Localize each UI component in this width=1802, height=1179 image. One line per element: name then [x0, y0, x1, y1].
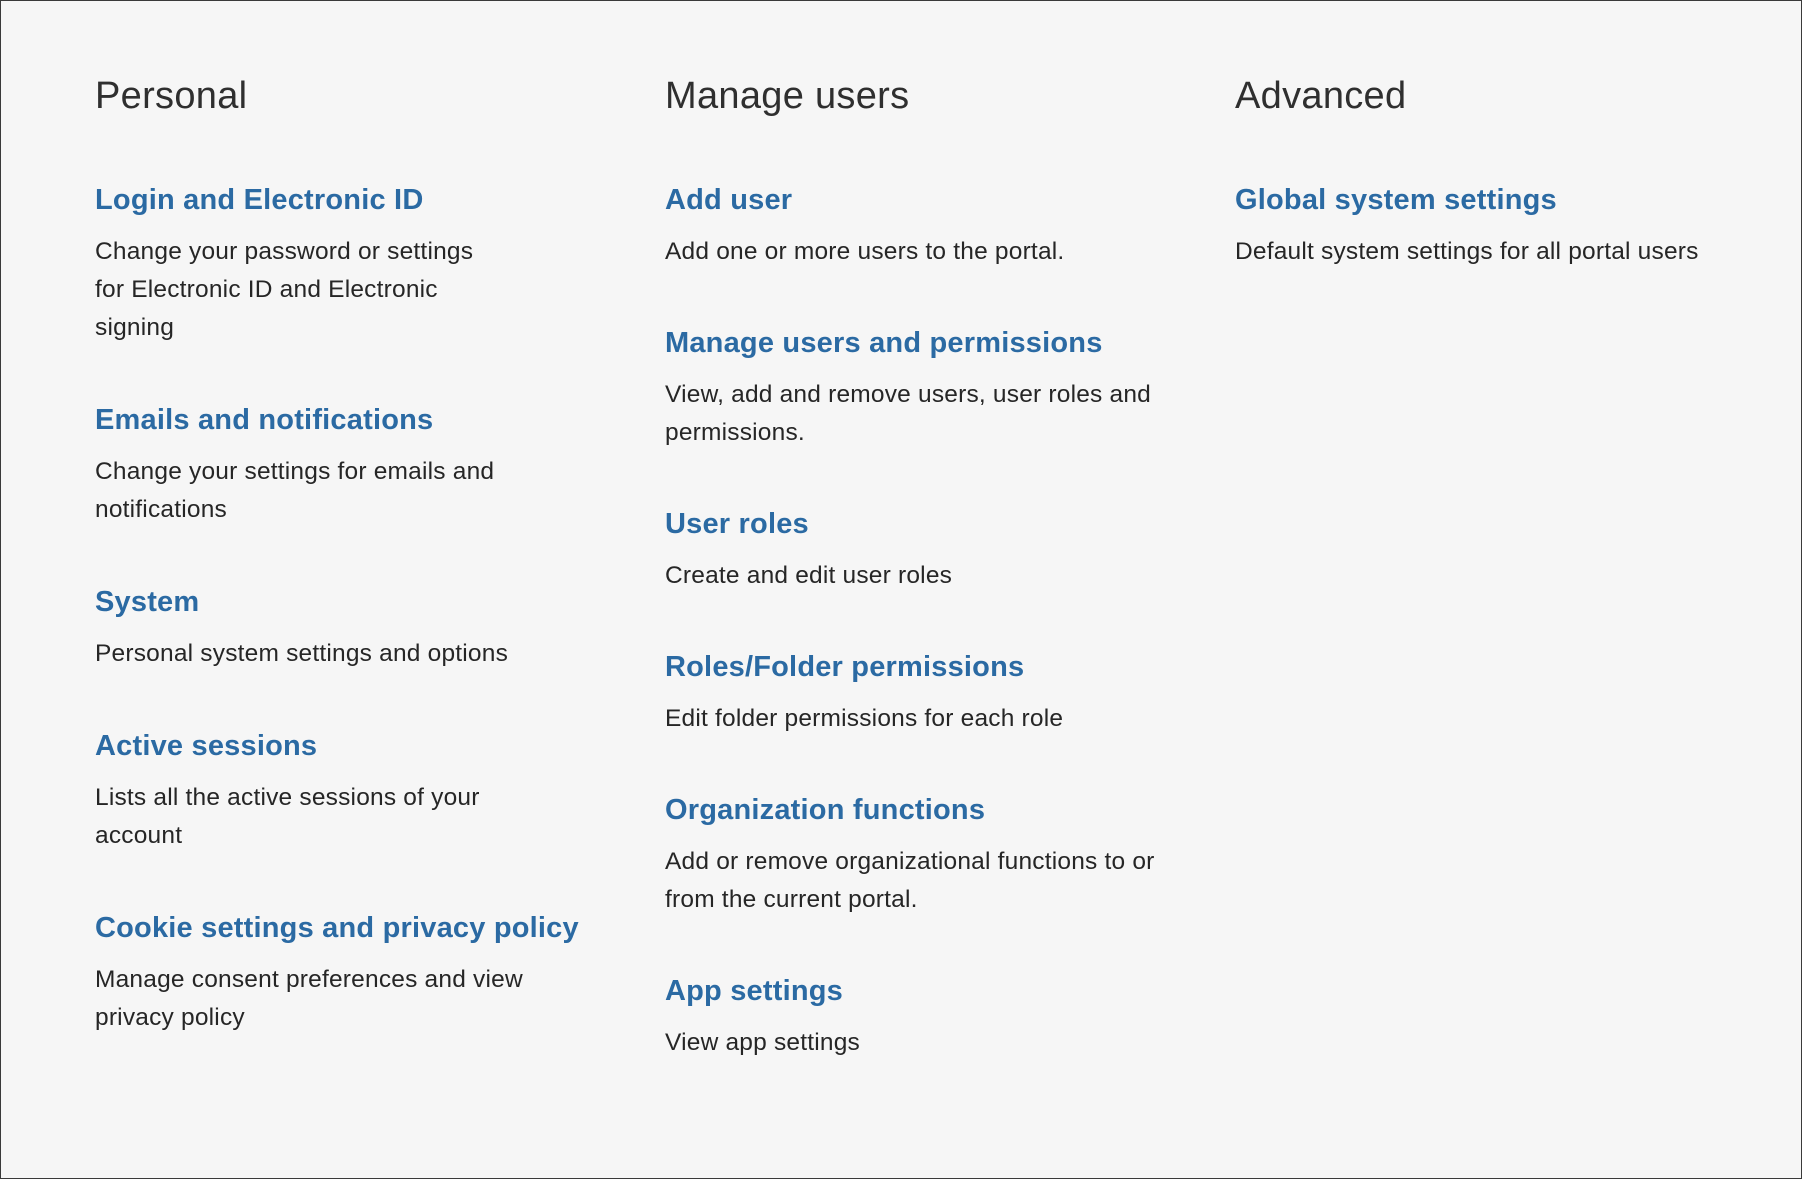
settings-item-organization-functions: Organization functions Add or remove org… [665, 791, 1235, 919]
settings-item-folder-permissions: Roles/Folder permissions Edit folder per… [665, 648, 1235, 738]
settings-item-login: Login and Electronic ID Change your pass… [95, 181, 665, 347]
settings-page: Personal Login and Electronic ID Change … [0, 0, 1802, 1179]
settings-item-global-system: Global system settings Default system se… [1235, 181, 1755, 271]
settings-item-cookies: Cookie settings and privacy policy Manag… [95, 909, 665, 1037]
emails-notifications-description: Change your settings for emails and noti… [95, 458, 495, 523]
global-system-settings-description: Default system settings for all portal u… [1235, 238, 1699, 265]
user-roles-link[interactable]: User roles [665, 505, 809, 543]
global-system-settings-link[interactable]: Global system settings [1235, 181, 1557, 219]
manage-users-section: Manage users Add user Add one or more us… [665, 71, 1235, 1115]
advanced-section-title: Advanced [1235, 75, 1407, 117]
add-user-description: Add one or more users to the portal. [665, 238, 1065, 265]
personal-section-title: Personal [95, 75, 248, 117]
advanced-section: Advanced Global system settings Default … [1235, 71, 1755, 1115]
settings-item-user-roles: User roles Create and edit user roles [665, 505, 1235, 595]
settings-item-manage-users: Manage users and permissions View, add a… [665, 324, 1235, 452]
app-settings-link[interactable]: App settings [665, 972, 843, 1010]
settings-columns: Personal Login and Electronic ID Change … [95, 71, 1755, 1115]
emails-notifications-link[interactable]: Emails and notifications [95, 401, 433, 439]
manage-users-permissions-description: View, add and remove users, user roles a… [665, 381, 1151, 446]
settings-item-active-sessions: Active sessions Lists all the active ses… [95, 727, 665, 855]
organization-functions-description: Add or remove organizational functions t… [665, 848, 1155, 913]
roles-folder-permissions-description: Edit folder permissions for each role [665, 705, 1064, 732]
roles-folder-permissions-link[interactable]: Roles/Folder permissions [665, 648, 1024, 686]
login-electronic-id-link[interactable]: Login and Electronic ID [95, 181, 423, 219]
settings-item-app-settings: App settings View app settings [665, 972, 1235, 1062]
cookie-settings-description: Manage consent preferences and view priv… [95, 966, 523, 1031]
login-electronic-id-description: Change your password or settings for Ele… [95, 238, 474, 341]
manage-users-permissions-link[interactable]: Manage users and permissions [665, 324, 1103, 362]
settings-item-add-user: Add user Add one or more users to the po… [665, 181, 1235, 271]
settings-item-system: System Personal system settings and opti… [95, 583, 665, 673]
active-sessions-link[interactable]: Active sessions [95, 727, 317, 765]
organization-functions-link[interactable]: Organization functions [665, 791, 985, 829]
manage-users-section-title: Manage users [665, 75, 910, 117]
personal-section: Personal Login and Electronic ID Change … [95, 71, 665, 1115]
system-description: Personal system settings and options [95, 640, 509, 667]
add-user-link[interactable]: Add user [665, 181, 792, 219]
settings-item-emails: Emails and notifications Change your set… [95, 401, 665, 529]
system-link[interactable]: System [95, 583, 199, 621]
cookie-settings-link[interactable]: Cookie settings and privacy policy [95, 909, 579, 947]
active-sessions-description: Lists all the active sessions of your ac… [95, 784, 480, 849]
app-settings-description: View app settings [665, 1029, 860, 1056]
user-roles-description: Create and edit user roles [665, 562, 953, 589]
